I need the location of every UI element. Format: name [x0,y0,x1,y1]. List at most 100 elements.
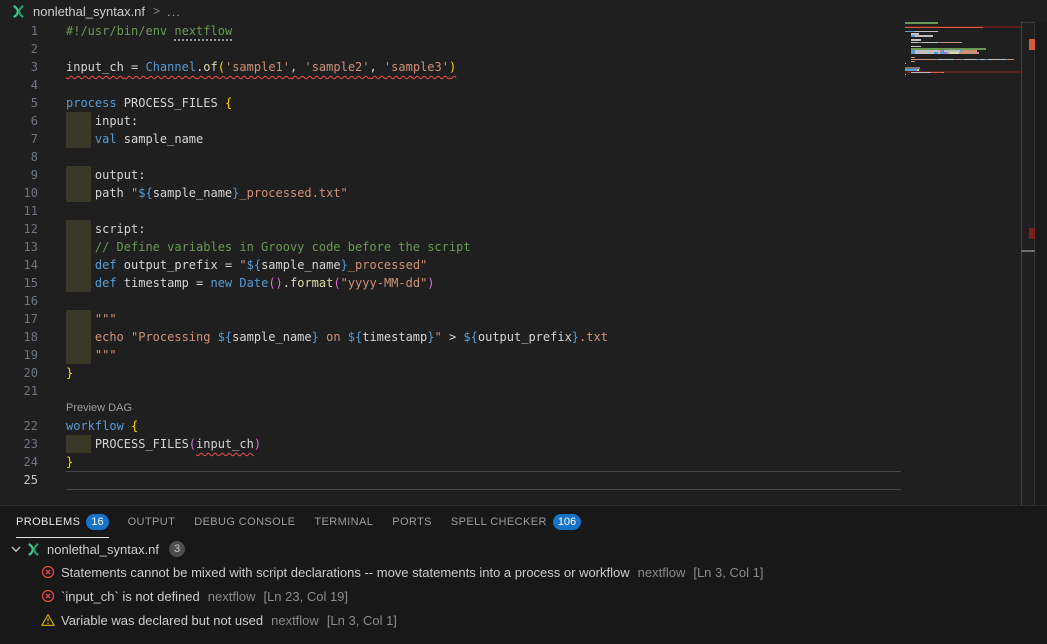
line-number[interactable]: 13 [0,238,38,256]
line-number[interactable]: 20 [0,364,38,382]
chevron-down-icon[interactable] [8,543,24,555]
code-line[interactable]: 11 [0,202,905,220]
code-line[interactable]: 20} [0,364,905,382]
line-number[interactable]: 24 [0,453,38,471]
line-number[interactable]: 19 [0,346,38,364]
line-number[interactable]: 3 [0,58,38,76]
problem-message: Variable was declared but not used [61,613,263,628]
tab-debug-console[interactable]: DEBUG CONSOLE [194,506,295,538]
line-number[interactable]: 15 [0,274,38,292]
code-line[interactable]: 16 [0,292,905,310]
line-number[interactable]: 14 [0,256,38,274]
problem-source: nextflow [638,565,686,580]
problem-location: [Ln 3, Col 1] [327,613,397,628]
error-icon [41,565,55,579]
line-number[interactable]: 23 [0,435,38,453]
problems-file-count: 3 [169,541,185,557]
breadcrumb-file[interactable]: nonlethal_syntax.nf [33,4,145,19]
problem-message: Statements cannot be mixed with script d… [61,565,630,580]
problems-count-badge: 16 [86,514,108,530]
code-line[interactable]: 10path "${sample_name}_processed.txt" [0,184,905,202]
problem-row[interactable]: `input_ch` is not defined nextflow [Ln 2… [0,584,1047,608]
line-number[interactable]: 8 [0,148,38,166]
tab-spell-checker[interactable]: SPELL CHECKER 106 [451,506,581,538]
line-number[interactable]: 25 [0,471,38,489]
current-line-highlight [66,471,901,490]
problem-source: nextflow [271,613,319,628]
tab-output[interactable]: OUTPUT [128,506,176,538]
code-line[interactable]: 25 [0,471,905,489]
code-line[interactable]: 8 [0,148,905,166]
tab-label: TERMINAL [314,516,373,528]
overview-ruler[interactable] [1021,22,1035,505]
line-number[interactable]: 7 [0,130,38,148]
code-line[interactable]: 12script: [0,220,905,238]
tab-label: DEBUG CONSOLE [194,516,295,528]
code-line[interactable]: 15def timestamp = new Date().format("yyy… [0,274,905,292]
code-line[interactable]: 14def output_prefix = "${sample_name}_pr… [0,256,905,274]
problems-file-name: nonlethal_syntax.nf [47,542,159,557]
code-area[interactable]: 1#!/usr/bin/env nextflow23input_ch = Cha… [0,22,905,489]
code-line[interactable]: 1#!/usr/bin/env nextflow [0,22,905,40]
code-line[interactable]: 5process PROCESS_FILES { [0,94,905,112]
problems-file-group[interactable]: nonlethal_syntax.nf 3 [0,538,1047,560]
line-number[interactable]: 9 [0,166,38,184]
line-number[interactable]: 2 [0,40,38,58]
code-line[interactable]: 21 [0,382,905,400]
tab-label: OUTPUT [128,516,176,528]
code-line[interactable]: 4 [0,76,905,94]
spell-checker-count-badge: 106 [553,514,581,530]
editor: 1#!/usr/bin/env nextflow23input_ch = Cha… [0,22,1047,505]
line-number[interactable]: 10 [0,184,38,202]
problem-row[interactable]: Variable was declared but not used nextf… [0,608,1047,632]
code-line[interactable]: 17""" [0,310,905,328]
warning-icon [41,613,55,627]
line-number[interactable]: 12 [0,220,38,238]
problem-location: [Ln 23, Col 19] [263,589,348,604]
line-number[interactable]: 5 [0,94,38,112]
line-number[interactable]: 22 [0,417,38,435]
line-number[interactable]: 17 [0,310,38,328]
tab-label: SPELL CHECKER [451,516,547,528]
code-line[interactable]: 3input_ch = Channel.of('sample1', 'sampl… [0,58,905,76]
code-line[interactable]: 7val sample_name [0,130,905,148]
line-number[interactable]: 4 [0,76,38,94]
line-number[interactable]: 6 [0,112,38,130]
problem-location: [Ln 3, Col 1] [693,565,763,580]
line-number[interactable]: 16 [0,292,38,310]
line-number[interactable]: 1 [0,22,38,40]
code-line[interactable]: 18echo "Processing ${sample_name} on ${t… [0,328,905,346]
tab-problems[interactable]: PROBLEMS 16 [16,506,109,538]
error-marker[interactable] [1029,228,1035,239]
code-line[interactable]: 2 [0,40,905,58]
problems-list: nonlethal_syntax.nf 3 Statements cannot … [0,538,1047,632]
problem-source: nextflow [208,589,256,604]
tab-terminal[interactable]: TERMINAL [314,506,373,538]
nextflow-file-icon [26,542,41,557]
code-line[interactable]: 13// Define variables in Groovy code bef… [0,238,905,256]
line-number[interactable]: 11 [0,202,38,220]
codelens-preview-dag[interactable]: Preview DAG [66,401,132,416]
nextflow-file-icon [11,4,26,19]
line-number[interactable]: 21 [0,382,38,400]
code-line[interactable]: 6input: [0,112,905,130]
cursor-marker[interactable] [1021,250,1035,252]
bottom-panel: PROBLEMS 16 OUTPUT DEBUG CONSOLE TERMINA… [0,505,1047,644]
code-line[interactable]: 19""" [0,346,905,364]
code-line[interactable]: 9output: [0,166,905,184]
error-icon [41,589,55,603]
line-number[interactable]: 18 [0,328,38,346]
code-line[interactable]: 24} [0,453,905,471]
chevron-right-icon: > [153,4,160,18]
tab-label: PROBLEMS [16,516,80,528]
problem-message: `input_ch` is not defined [61,589,200,604]
minimap[interactable] [905,22,1021,505]
tab-ports[interactable]: PORTS [392,506,432,538]
error-marker[interactable] [1029,39,1035,50]
breadcrumb-overflow[interactable]: ... [167,4,181,19]
problem-row[interactable]: Statements cannot be mixed with script d… [0,560,1047,584]
breadcrumb: nonlethal_syntax.nf > ... [0,0,1047,22]
code-line[interactable]: 22workflow { [0,417,905,435]
code-line[interactable]: 23PROCESS_FILES(input_ch) [0,435,905,453]
panel-tabs: PROBLEMS 16 OUTPUT DEBUG CONSOLE TERMINA… [0,506,1047,538]
